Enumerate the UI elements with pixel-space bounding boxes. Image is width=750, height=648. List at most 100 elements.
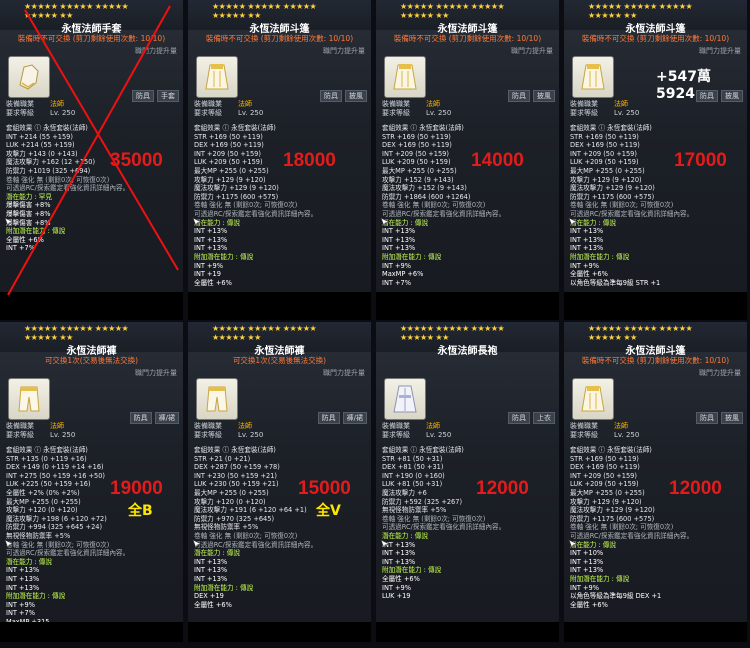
robe-item-icon xyxy=(393,385,417,413)
item-type-tag: 披風 xyxy=(721,412,743,424)
item-tooltip-card: ★★★★★ ★★★★★ ★★★★★ ★★★★★ ★★ 永恆法師斗篷 裝備時不可交換 … xyxy=(188,0,373,320)
stat-line: 無視怪物防禦率 +5% xyxy=(382,506,447,515)
requirement-job: 裝備職業 法師 xyxy=(6,422,75,431)
mouse-cursor-icon xyxy=(192,534,202,549)
stat-line: 可透過RC/探索鑑定看強化資訊詳細內容。 xyxy=(6,549,130,558)
stat-line: 潛在能力 : 傳說 xyxy=(6,557,52,566)
stat-line: 全屬性 +6% xyxy=(570,600,608,609)
item-tooltip-card: ★★★★★ ★★★★★ ★★★★★ ★★★★★ ★★ 永恆法師褲 可交換1次(交易後… xyxy=(0,322,185,642)
requirements: 裝備職業 法師 要求等級 Lv. 250 xyxy=(382,100,451,118)
stat-line: 套組效果 ⓘ 永恆套裝(法師) xyxy=(6,446,88,454)
trade-restriction: 可交換1次(交易後無法交換) xyxy=(232,356,327,365)
cape-item-icon xyxy=(581,386,605,412)
item-tooltip-card: ★★★★★ ★★★★★ ★★★★★ ★★★★★ ★★ 永恆法師長袍 防具 上衣 裝備職業… xyxy=(376,322,561,642)
requirement-job: 裝備職業 法師 xyxy=(194,422,263,431)
stat-line: INT +13% xyxy=(6,566,40,575)
item-type-tags: 防具 披風 xyxy=(696,412,743,424)
pants-item-icon xyxy=(206,386,228,412)
stat-line: 卷軸 強化 無 (剩餘0次; 可恢復0次) xyxy=(6,540,110,549)
price-label: 12000 xyxy=(476,478,529,499)
item-tooltip-card: ★★★★★ ★★★★★ ★★★★★ ★★★★★ ★★ 永恆法師褲 可交換1次(交易後… xyxy=(188,322,373,642)
requirement-level: 要求等級 Lv. 250 xyxy=(382,431,451,440)
stat-line: 魔法攻擊力 +129 (9 +120) xyxy=(570,506,655,515)
item-type-tag: 褲/裙 xyxy=(154,412,179,424)
empty-area xyxy=(0,622,183,642)
item-type-tag: 防具 xyxy=(129,412,152,424)
item-type-tags: 防具 褲/裙 xyxy=(317,412,367,424)
stat-line: 潛在能力 : 傳說 xyxy=(570,540,616,549)
job-label: 裝備職業 xyxy=(382,422,410,430)
item-type-tag: 防具 xyxy=(696,412,718,424)
stat-lines: 套組效果 ⓘ 永恆套裝(法師) STR +169 (50 +119) DEX +16… xyxy=(570,446,743,609)
stat-line: 潛在能力 : 傳說 xyxy=(194,549,240,558)
level-label: 要求等級 xyxy=(194,109,222,117)
stat-line: STR +81 (50 +31) xyxy=(382,454,443,463)
empty-area xyxy=(376,622,559,642)
mouse-cursor-icon xyxy=(192,212,202,227)
stat-line: INT +9% xyxy=(382,261,411,270)
job-value: 法師 xyxy=(426,100,440,108)
stat-line: 卷軸 強化 無 (剩餘0次; 可恢復0次) xyxy=(382,201,486,210)
sold-cross-mark xyxy=(7,5,179,296)
stat-line: DEX +169 (50 +119) xyxy=(194,141,264,150)
item-tooltip-card: ★★★★★ ★★★★★ ★★★★★ ★★★★★ ★★ 永恆法師斗篷 裝備時不可交換 … xyxy=(376,0,561,320)
stat-line: DEX +287 (50 +159 +78) xyxy=(194,463,280,472)
requirement-job: 裝備職業 法師 xyxy=(570,422,639,431)
stat-line: 附加潛在能力 : 傳說 xyxy=(382,252,442,261)
cape-item-icon xyxy=(581,64,605,90)
stat-line: 卷軸 強化 無 (剩餘0次; 可恢復0次) xyxy=(194,201,298,210)
stat-line: STR +135 (0 +119 +16) xyxy=(6,454,87,463)
stat-line: 卷軸 強化 無 (剩餘0次; 可恢復0次) xyxy=(570,201,674,210)
stat-lines: 套組效果 ⓘ 永恆套裝(法師) STR +169 (50 +119) DEX +16… xyxy=(382,124,555,287)
stat-line: INT +13% xyxy=(6,583,40,592)
starforce-stars: ★★★★★ ★★★★★ ★★★★★ ★★★★★ ★★ xyxy=(212,2,317,20)
price-label: 18000 xyxy=(283,150,336,171)
empty-area xyxy=(376,292,559,320)
item-type-tag: 防具 xyxy=(320,90,342,102)
stat-line: 可透過RC/探索鑑定看強化資訊詳細內容。 xyxy=(570,209,694,218)
requirements: 裝備職業 法師 要求等級 Lv. 250 xyxy=(570,422,639,440)
stat-line: STR +169 (50 +119) xyxy=(570,132,639,141)
stat-line: 潛在能力 : 傳說 xyxy=(382,218,428,227)
stat-line: 可透過RC/探索鑑定看強化資訊詳細內容。 xyxy=(194,540,318,549)
requirement-level: 要求等級 Lv. 250 xyxy=(194,109,263,118)
power-increase-label: 職門力提升量 xyxy=(135,369,177,377)
starforce-stars: ★★★★★ ★★★★★ ★★★★★ ★★★★★ ★★ xyxy=(588,324,693,342)
stat-line: 攻擊力 +129 (9 +120) xyxy=(194,175,266,184)
stat-line: INT +7% xyxy=(6,609,35,618)
stat-line: 可透過RC/探索鑑定看強化資訊詳細內容。 xyxy=(382,209,506,218)
cape-item-icon xyxy=(205,64,229,90)
requirements: 裝備職業 法師 要求等級 Lv. 250 xyxy=(570,100,639,118)
stat-line: 防禦力 +592 (325 +267) xyxy=(382,497,463,506)
mouse-cursor-icon xyxy=(568,534,578,549)
stat-line: INT +7% xyxy=(382,278,411,287)
stat-line: 潛在能力 : 傳說 xyxy=(194,218,240,227)
price-label: 14000 xyxy=(471,150,524,171)
stat-lines: 套組效果 ⓘ 永恆套裝(法師) STR +21 (0 +21) DEX +287 (… xyxy=(194,446,367,609)
level-label: 要求等級 xyxy=(194,431,222,439)
stat-line: 魔法攻擊力 +6 xyxy=(382,488,427,497)
requirement-level: 要求等級 Lv. 250 xyxy=(194,431,263,440)
power-increase-label: 職門力提升量 xyxy=(699,47,741,55)
item-icon-box xyxy=(384,56,426,98)
item-icon-box xyxy=(196,56,238,98)
stat-line: 套組效果 ⓘ 永恆套裝(法師) xyxy=(382,446,464,454)
price-label: 17000 xyxy=(674,150,727,171)
starforce-stars: ★★★★★ ★★★★★ ★★★★★ ★★★★★ ★★ xyxy=(400,324,505,342)
item-title: 永恆法師長袍 xyxy=(437,346,498,357)
stat-line: STR +21 (0 +21) xyxy=(194,454,251,463)
stat-line: 可透過RC/探索鑑定看強化資訊詳細內容。 xyxy=(570,531,694,540)
stat-line: 套組效果 ⓘ 永恆套裝(法師) xyxy=(570,446,652,454)
job-label: 裝備職業 xyxy=(382,100,410,108)
stat-line: INT +13% xyxy=(382,227,416,236)
job-label: 裝備職業 xyxy=(194,422,222,430)
level-value: Lv. 250 xyxy=(238,109,264,117)
requirement-job: 裝備職業 法師 xyxy=(570,100,639,109)
level-value: Lv. 250 xyxy=(614,431,640,439)
stat-line: INT +13% xyxy=(194,566,228,575)
stat-line: DEX +19 xyxy=(194,592,224,601)
pants-item-icon xyxy=(18,386,40,412)
item-icon-box xyxy=(196,378,238,420)
price-label: 19000 xyxy=(110,478,163,499)
stat-line: 套組效果 ⓘ 永恆套裝(法師) xyxy=(382,124,464,132)
